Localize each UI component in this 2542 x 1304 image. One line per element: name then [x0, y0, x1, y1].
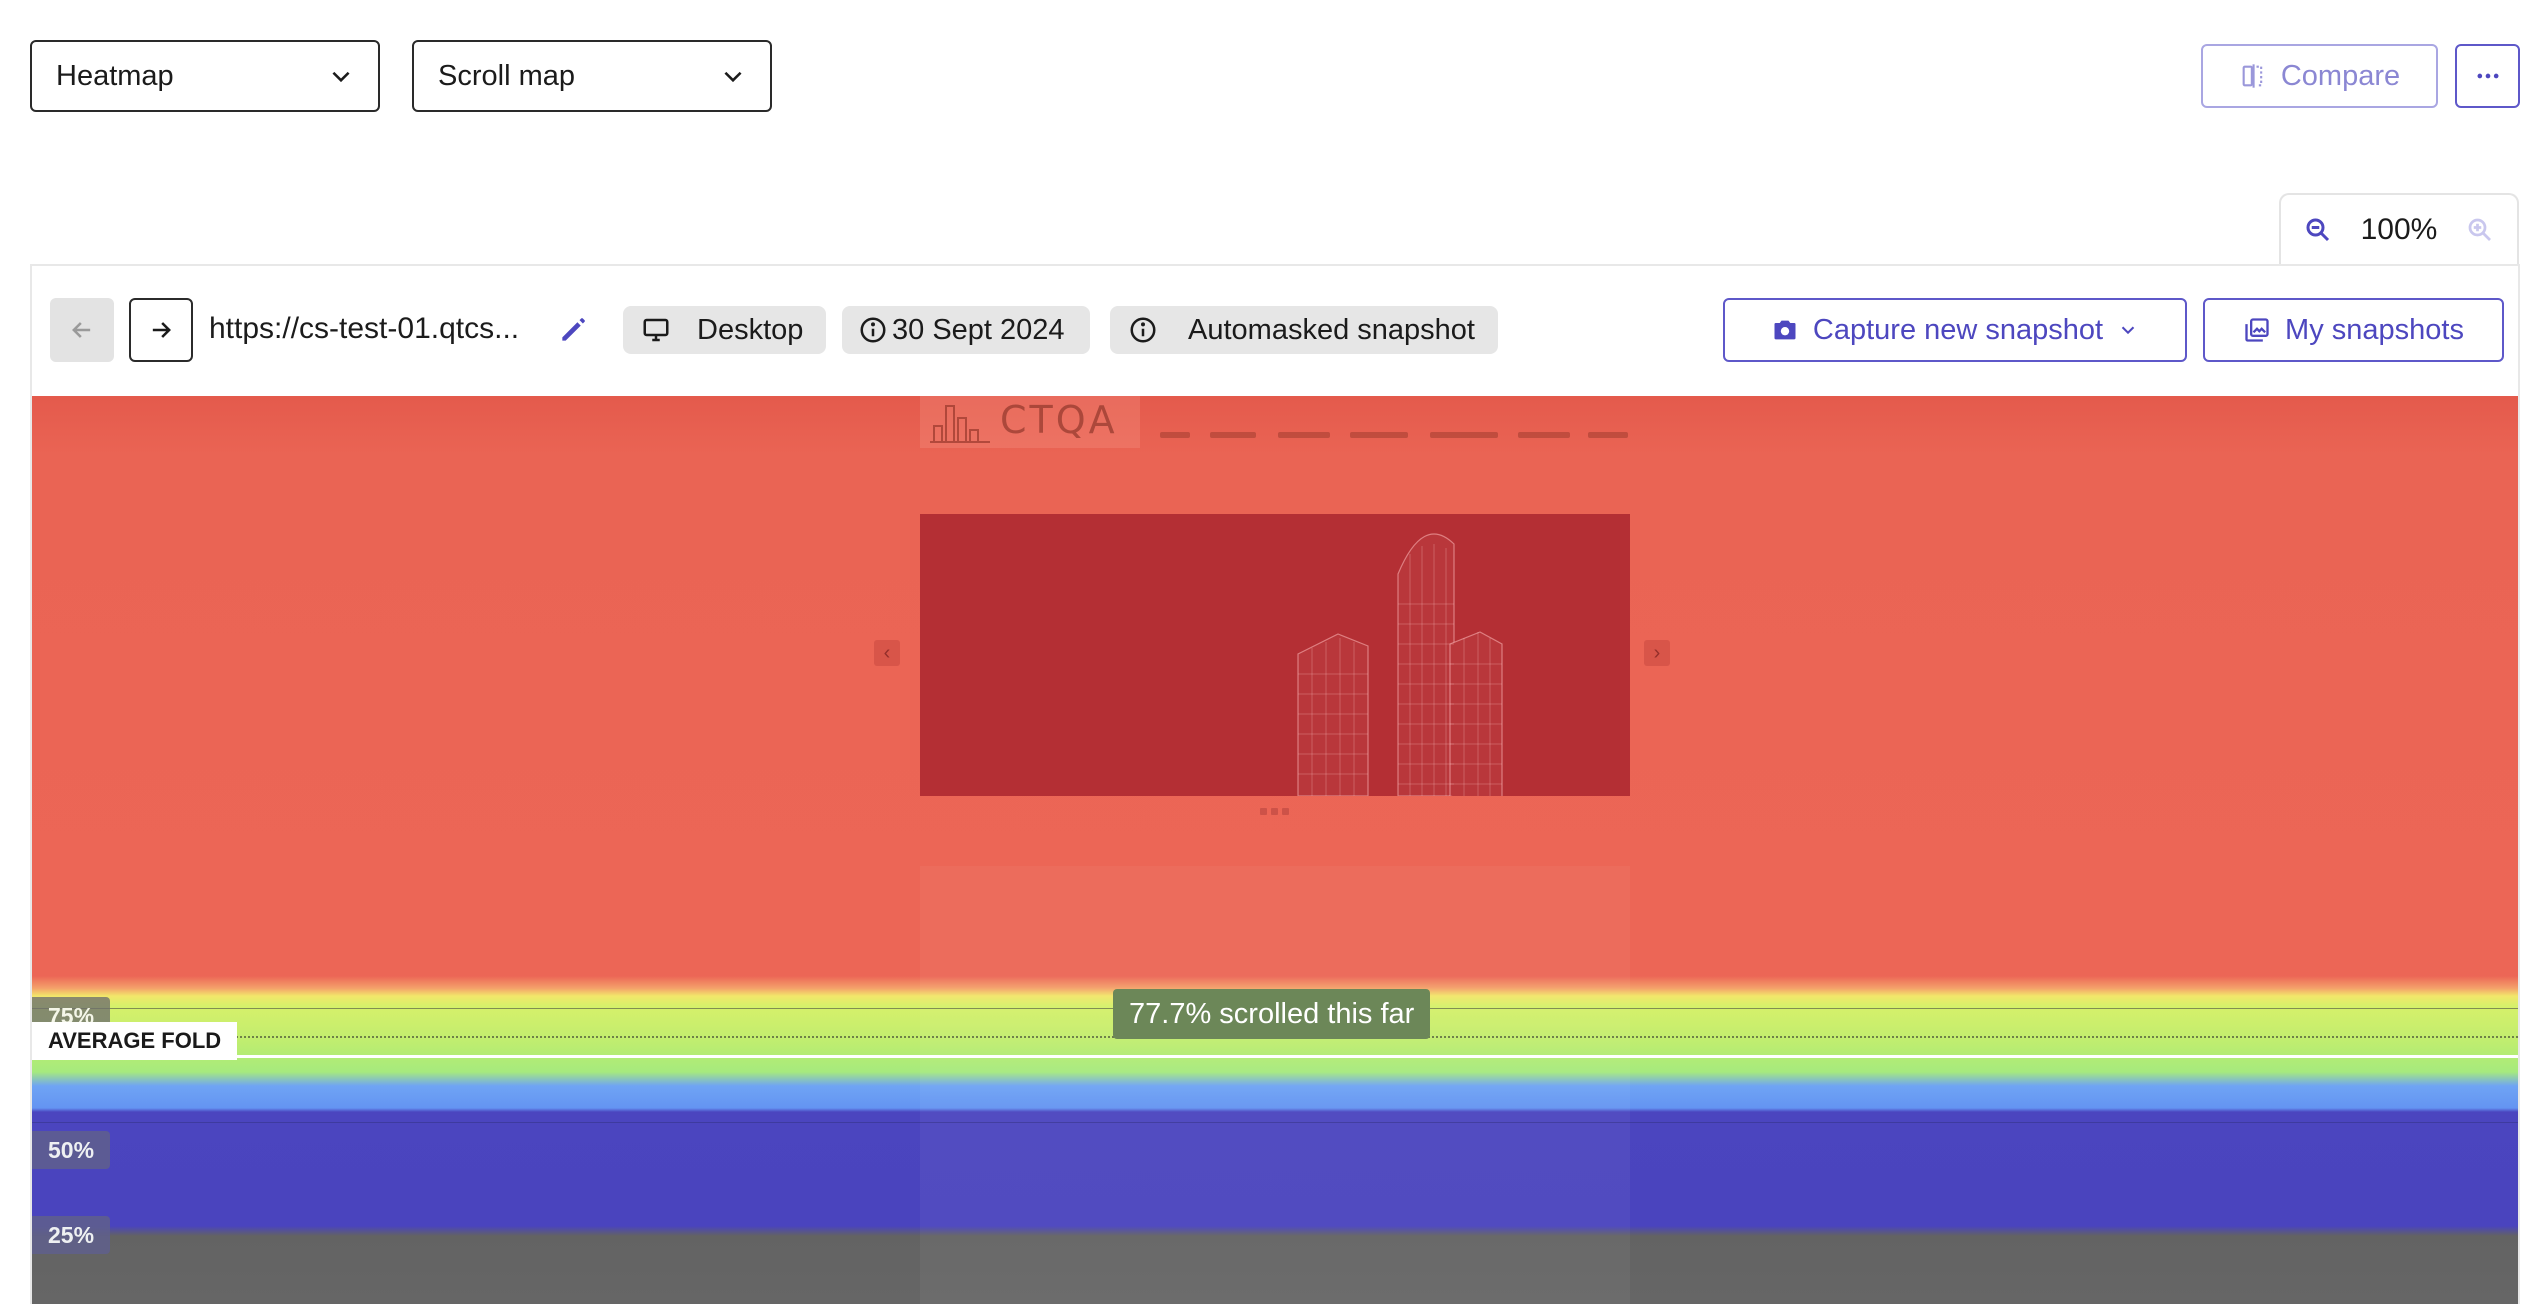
carousel-prev-icon: ‹ — [874, 640, 900, 666]
page-snapshot: CTQA ‹ › — [874, 396, 1670, 1304]
capture-label: Capture new snapshot — [1812, 313, 2104, 346]
average-fold-label: AVERAGE FOLD — [32, 1022, 238, 1060]
skyscraper-illustration — [1297, 533, 1503, 796]
snapshots-label: My snapshots — [2285, 313, 2464, 346]
snapshot-date: 30 Sept 2024 — [892, 313, 1065, 346]
compare-button[interactable]: Compare — [2201, 44, 2438, 108]
scroll-50-label: 50% — [32, 1131, 111, 1169]
scroll-heatmap: CTQA ‹ › 75% AVERAGE FOLD 50% 25% 77.7% … — [32, 396, 2518, 1304]
gallery-icon — [2245, 318, 2269, 342]
compare-label: Compare — [2280, 59, 2401, 92]
site-nav-item — [1518, 432, 1570, 438]
camera-icon — [1774, 320, 1796, 340]
site-nav-item — [1588, 432, 1628, 438]
hero-image — [920, 514, 1630, 796]
info-icon — [860, 317, 886, 343]
desktop-icon — [643, 318, 669, 342]
more-options-button[interactable] — [2455, 44, 2520, 108]
site-body — [920, 866, 1630, 1304]
zoom-in-icon[interactable] — [2465, 215, 2495, 245]
automask-chip[interactable]: Automasked snapshot — [1110, 306, 1498, 354]
carousel-dots — [1260, 808, 1289, 815]
site-header: CTQA — [920, 396, 1630, 456]
viewer-toolbar: https://cs-test-01.qtcs... Desktop 30 Se… — [32, 266, 2518, 396]
map-mode-value: Scroll map — [438, 59, 575, 92]
scroll-50-line — [32, 1122, 2518, 1123]
zoom-control: 100% — [2279, 193, 2519, 265]
device-chip[interactable]: Desktop — [623, 306, 826, 354]
info-icon — [1130, 317, 1156, 343]
my-snapshots-button[interactable]: My snapshots — [2203, 298, 2504, 362]
snapshot-url[interactable]: https://cs-test-01.qtcs... — [209, 312, 519, 346]
site-nav-item — [1430, 432, 1498, 438]
chevron-down-icon — [332, 71, 350, 83]
zoom-level: 100% — [2360, 213, 2438, 246]
site-logo-text: CTQA — [1000, 398, 1118, 442]
ellipsis-icon — [2477, 73, 2498, 79]
snapshot-viewer: https://cs-test-01.qtcs... Desktop 30 Se… — [30, 264, 2520, 1304]
scroll-depth-tooltip: 77.7% scrolled this far — [1113, 989, 1431, 1039]
pencil-icon[interactable] — [557, 314, 589, 346]
date-chip[interactable]: 30 Sept 2024 — [842, 306, 1090, 354]
snapshot-type: Automasked snapshot — [1188, 313, 1475, 346]
chevron-down-icon — [724, 71, 742, 83]
device-label: Desktop — [697, 313, 804, 346]
scroll-25-label: 25% — [32, 1216, 111, 1254]
site-nav-item — [1350, 432, 1408, 438]
back-button[interactable] — [50, 298, 114, 362]
heatmap-type-select[interactable]: Heatmap — [30, 40, 380, 112]
capture-snapshot-button[interactable]: Capture new snapshot — [1723, 298, 2187, 362]
compare-icon — [2242, 64, 2263, 88]
zoom-out-icon[interactable] — [2303, 215, 2333, 245]
arrow-left-icon — [72, 322, 91, 338]
map-mode-select[interactable]: Scroll map — [412, 40, 772, 112]
logo-buildings-icon — [930, 405, 990, 443]
site-nav-item — [1210, 432, 1256, 438]
site-logo: CTQA — [920, 396, 1140, 448]
site-nav-item — [1160, 432, 1190, 438]
forward-button[interactable] — [129, 298, 193, 362]
chevron-down-icon — [2121, 326, 2135, 335]
heatmap-type-value: Heatmap — [56, 59, 174, 92]
arrow-right-icon — [152, 322, 171, 338]
site-nav-item — [1278, 432, 1330, 438]
carousel-next-icon: › — [1644, 640, 1670, 666]
fold-divider — [32, 1055, 2518, 1058]
